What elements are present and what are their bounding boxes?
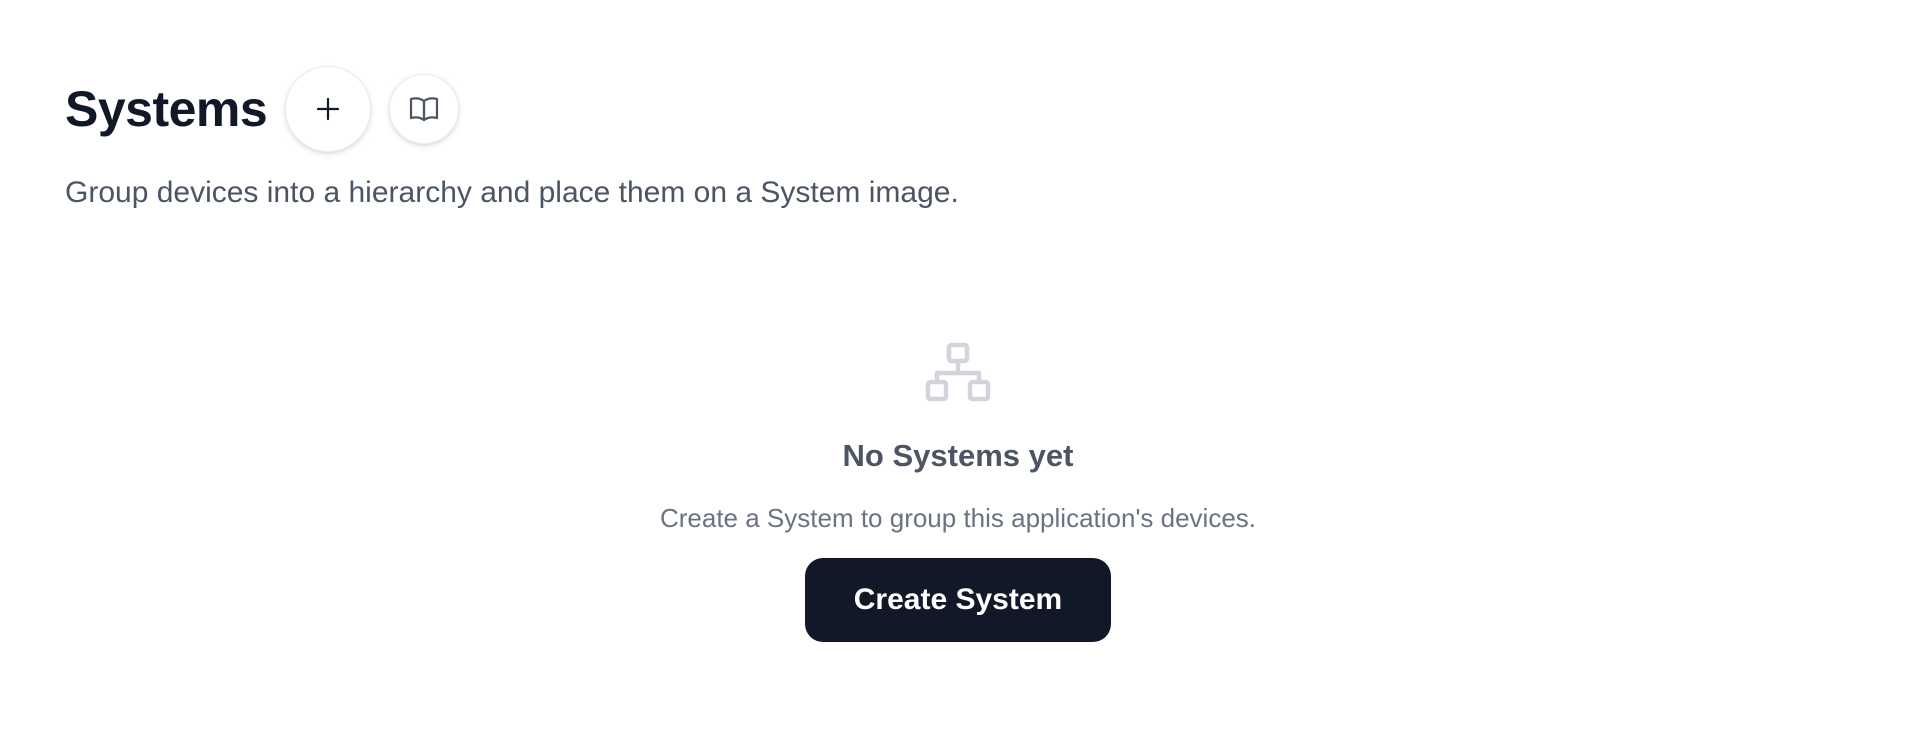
plus-icon: [317, 97, 340, 121]
create-system-button[interactable]: Create System: [805, 558, 1111, 642]
add-system-button[interactable]: [285, 66, 372, 152]
hierarchy-icon: [925, 342, 991, 402]
page-header: Systems: [65, 64, 460, 154]
book-open-icon: [410, 97, 439, 122]
empty-state-title: No Systems yet: [842, 438, 1074, 473]
documentation-button[interactable]: [389, 74, 460, 144]
empty-state: No Systems yet Create a System to group …: [0, 340, 1916, 642]
page-subtitle: Group devices into a hierarchy and place…: [65, 176, 959, 209]
empty-state-description: Create a System to group this applicatio…: [659, 503, 1257, 533]
page-title: Systems: [65, 81, 268, 137]
